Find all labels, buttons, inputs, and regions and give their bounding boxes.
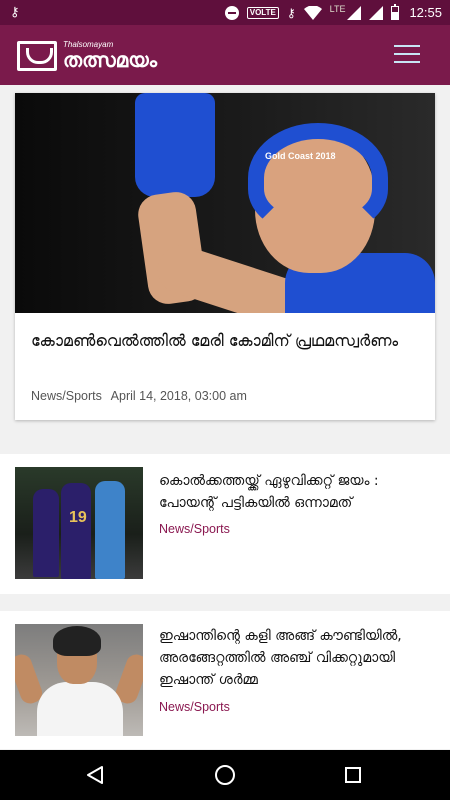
article-thumbnail[interactable]: 19	[15, 467, 143, 579]
app-logo[interactable]: Thalsomayam തത്സമയം	[17, 40, 157, 71]
article-list-item[interactable]: ഇഷാന്തിന്റെ കളി അങ്ങ് കൗണ്ടിയിൽ, അരങ്ങേറ…	[0, 611, 450, 749]
key-icon: ⚷	[286, 5, 296, 20]
article-category[interactable]: News/Sports	[159, 522, 230, 536]
headgear-label: Gold Coast 2018	[265, 151, 336, 161]
article-title[interactable]: ഇഷാന്തിന്റെ കളി അങ്ങ് കൗണ്ടിയിൽ, അരങ്ങേറ…	[159, 625, 439, 691]
headgear	[248, 123, 388, 233]
volte-icon: VOLTE	[246, 6, 279, 19]
battery-icon	[391, 3, 400, 20]
status-bar: ⚷ VOLTE ⚷ LTE 12:55	[0, 0, 450, 25]
lte-label: LTE	[329, 4, 346, 14]
wifi-icon	[303, 5, 322, 20]
logo-mark-icon	[17, 40, 57, 71]
app-bar: Thalsomayam തത്സമയം	[0, 25, 450, 85]
featured-article-title[interactable]: കോമൺവെൽത്തിൽ മേരി കോമിന് പ്രഥമസ്വർണം	[31, 329, 421, 353]
system-nav-bar	[0, 750, 450, 800]
lte-signal-icon	[347, 5, 362, 20]
featured-article-meta: News/Sports April 14, 2018, 03:00 am	[31, 389, 247, 403]
boxing-glove	[135, 93, 215, 197]
back-icon[interactable]	[86, 766, 104, 784]
article-list-item[interactable]: 19 കൊൽക്കത്തയ്ക്ക് ഏഴുവിക്കറ്റ് ജയം : പോ…	[0, 454, 450, 594]
do-not-disturb-icon	[224, 5, 239, 20]
menu-icon[interactable]	[394, 45, 420, 63]
logo-malayalam-name: തത്സമയം	[63, 48, 158, 72]
signal-icon	[369, 5, 384, 20]
article-thumbnail[interactable]	[15, 624, 143, 736]
home-icon[interactable]	[215, 765, 235, 785]
featured-article-image[interactable]: Gold Coast 2018	[15, 93, 435, 313]
featured-article-category[interactable]: News/Sports	[31, 389, 102, 403]
article-title[interactable]: കൊൽക്കത്തയ്ക്ക് ഏഴുവിക്കറ്റ് ജയം : പോയന്…	[159, 470, 439, 514]
key-icon: ⚷	[10, 5, 20, 20]
article-category[interactable]: News/Sports	[159, 700, 230, 714]
recents-icon[interactable]	[345, 767, 361, 783]
featured-article-date: April 14, 2018, 03:00 am	[110, 389, 247, 403]
clock: 12:55	[409, 5, 442, 20]
featured-article-card[interactable]: Gold Coast 2018 കോമൺവെൽത്തിൽ മേരി കോമിന്…	[15, 93, 435, 420]
jersey-number: 19	[69, 509, 87, 526]
